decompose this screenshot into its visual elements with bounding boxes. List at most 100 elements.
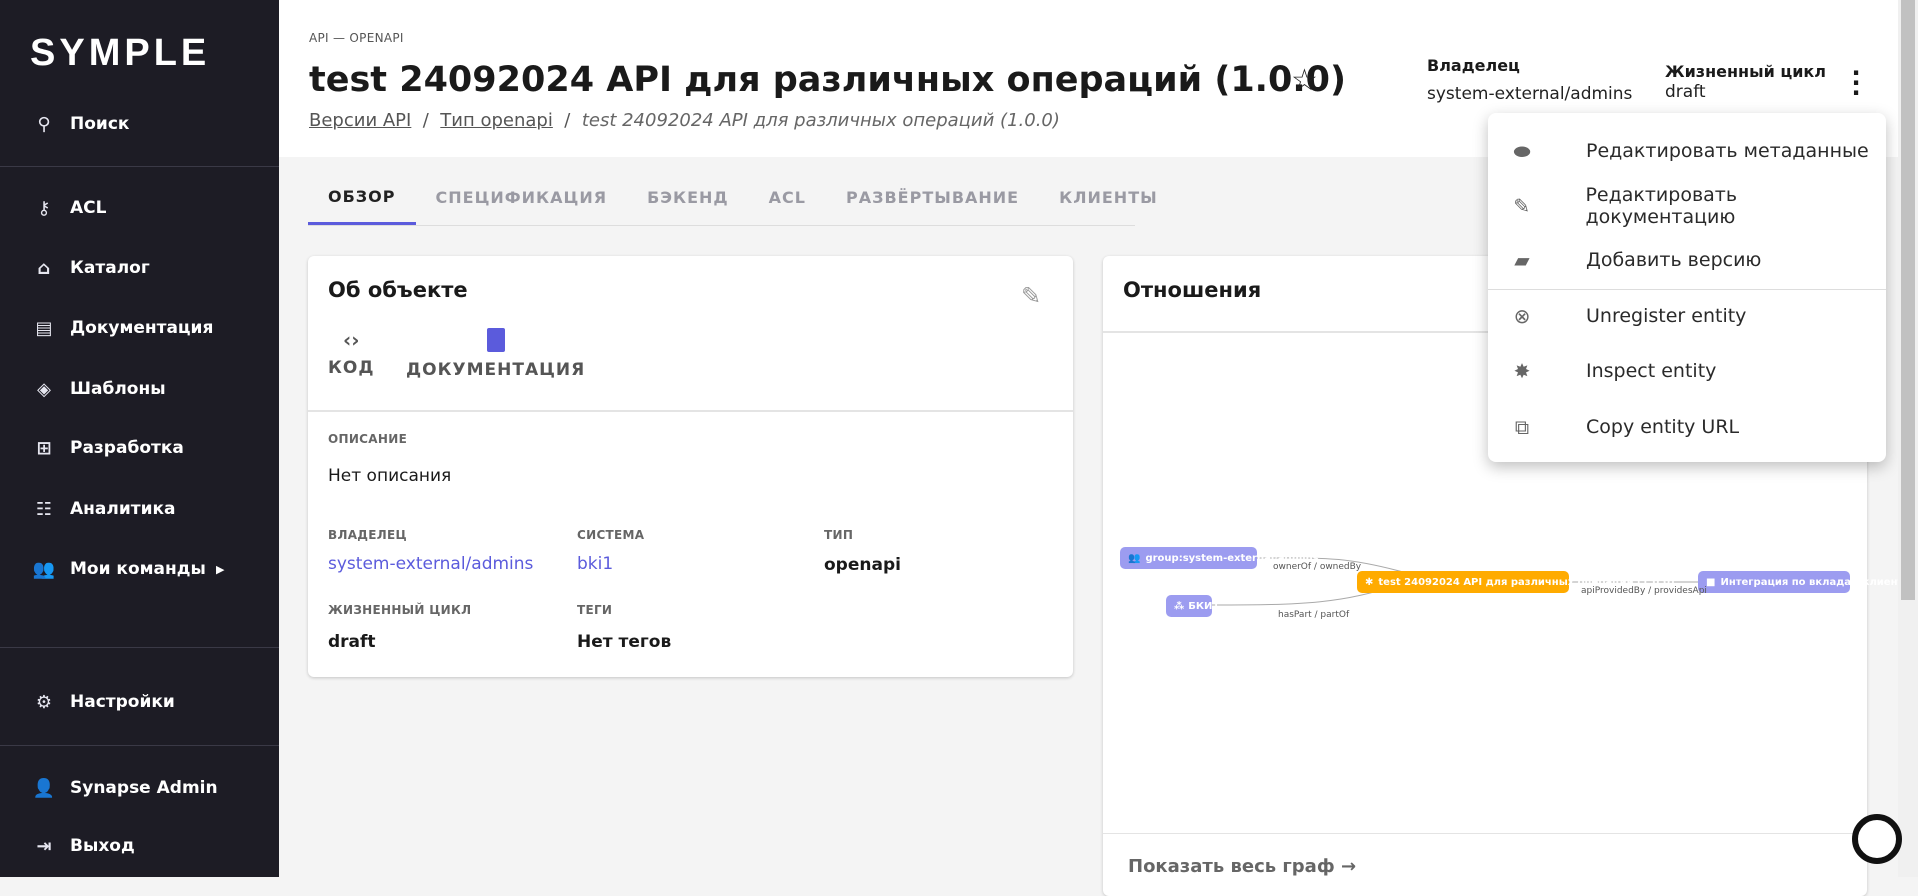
scrollbar-thumb[interactable] — [1901, 0, 1915, 600]
code-label: КОД — [328, 358, 375, 378]
sidebar-item-my-teams[interactable]: 👥 Мои команды ▶ — [0, 544, 279, 594]
menu-item-edit-docs[interactable]: ✎ Редактировать документацию — [1488, 181, 1886, 231]
menu-item-unregister[interactable]: ⊗ Unregister entity — [1488, 291, 1886, 341]
sidebar-item-label: Поиск — [70, 114, 130, 134]
group-icon: 👥 — [1128, 552, 1141, 564]
toggle-icon: ⬬ — [1513, 139, 1531, 163]
show-full-graph-link[interactable]: Показать весь граф → — [1128, 856, 1356, 877]
divider — [1488, 289, 1886, 290]
list-alt-icon: ☷ — [35, 498, 53, 520]
tab-acl[interactable]: ACL — [749, 170, 826, 225]
owner-value: system-external/admins — [1427, 84, 1633, 104]
lifecycle-value: draft — [328, 632, 376, 652]
arrow-right-icon: → — [1340, 856, 1357, 877]
docs-label: ДОКУМЕНТАЦИЯ — [406, 360, 586, 380]
sidebar-item-analytics[interactable]: ☷ Аналитика — [0, 484, 279, 534]
system-link[interactable]: bki1 — [577, 554, 613, 574]
scrollbar[interactable] — [1898, 0, 1918, 877]
description-label: ОПИСАНИЕ — [328, 432, 408, 446]
edge-label: ownerOf / ownedBy — [1273, 562, 1362, 572]
page-title: test 24092024 API для различных операций… — [309, 60, 1346, 100]
menu-item-add-version[interactable]: ▰ Добавить версию — [1488, 235, 1886, 285]
component-icon: ■ — [1706, 576, 1716, 588]
menu-item-edit-metadata[interactable]: ⬬ Редактировать метаданные — [1488, 126, 1886, 176]
sidebar-item-docs[interactable]: ▤ Документация — [0, 303, 279, 353]
sidebar-item-label: Мои команды — [70, 559, 206, 579]
description-value: Нет описания — [328, 466, 452, 486]
card-title: Об объекте — [328, 278, 468, 302]
divider — [0, 745, 279, 746]
owner-link[interactable]: system-external/admins — [328, 554, 533, 574]
document-icon — [486, 328, 505, 352]
graph-node-group[interactable]: 👥 group:system-external/admins — [1120, 547, 1319, 569]
tags-label: ТЕГИ — [577, 603, 613, 617]
menu-item-inspect[interactable]: ✸ Inspect entity — [1488, 346, 1886, 396]
node-label: БКИ1 — [1188, 600, 1220, 612]
menu-item-label: Редактировать документацию — [1585, 184, 1738, 228]
sidebar-item-acl[interactable]: ⚷ ACL — [0, 183, 279, 233]
owner-label: ВЛАДЕЛЕЦ — [328, 528, 407, 542]
context-menu: ⬬ Редактировать метаданные ✎ Редактировать… — [1488, 113, 1886, 462]
sidebar-item-settings[interactable]: ⚙ Настройки — [0, 677, 279, 727]
sidebar-item-label: Шаблоны — [70, 379, 166, 399]
tags-value: Нет тегов — [577, 632, 672, 652]
docs-link[interactable]: ДОКУМЕНТАЦИЯ — [406, 328, 585, 380]
tab-overview[interactable]: ОБЗОР — [308, 170, 416, 225]
bug-icon: ✸ — [1513, 359, 1531, 383]
entity-kind: API — OPENAPI — [309, 31, 404, 45]
sidebar-item-label: Выход — [70, 836, 135, 856]
lifecycle-value: draft — [1665, 82, 1706, 102]
menu-item-label: Inspect entity — [1586, 360, 1717, 382]
star-icon[interactable]: ☆ — [1291, 63, 1318, 98]
tab-backend[interactable]: БЭКЕНД — [627, 170, 749, 225]
search-icon: ⚲ — [37, 113, 51, 135]
template-icon: ◈ — [37, 378, 51, 400]
more-vert-icon[interactable]: · · · — [1850, 61, 1862, 105]
lifecycle-label: Жизненный цикл — [1665, 62, 1827, 81]
sidebar-item-development[interactable]: ⊞ Разработка — [0, 423, 279, 473]
menu-item-copy-url[interactable]: ⧉ Copy entity URL — [1488, 402, 1886, 452]
sidebar-item-label: ACL — [70, 198, 107, 218]
menu-item-label: Unregister entity — [1586, 305, 1747, 327]
assistant-logo-icon[interactable] — [1852, 814, 1902, 864]
sidebar-item-search[interactable]: ⚲ Поиск — [0, 99, 279, 149]
divider — [0, 647, 279, 648]
gear-icon: ⚙ — [35, 691, 53, 713]
library-books-icon: ▤ — [35, 317, 53, 339]
home-icon: ⌂ — [37, 257, 51, 279]
tab-specification[interactable]: СПЕЦИФИКАЦИЯ — [416, 170, 628, 225]
edge-label: apiProvidedBy / providesApi — [1581, 586, 1707, 596]
tab-deployment[interactable]: РАЗВЁРТЫВАНИЕ — [826, 170, 1039, 225]
breadcrumb-link[interactable]: Версии API — [309, 110, 411, 131]
sidebar-item-label: Synapse Admin — [70, 778, 218, 798]
breadcrumb-link[interactable]: Тип openapi — [440, 110, 553, 131]
breadcrumb: Версии API / Тип openapi / test 24092024… — [309, 110, 1060, 131]
divider — [308, 410, 1073, 412]
sidebar-item-user[interactable]: 👤 Synapse Admin — [0, 763, 279, 813]
lifecycle-label: ЖИЗНЕННЫЙ ЦИКЛ — [328, 603, 472, 617]
node-label: Интеграция по вкладам клиента 1 — [1720, 576, 1918, 588]
tab-clients[interactable]: КЛИЕНТЫ — [1039, 170, 1178, 225]
sidebar-item-logout[interactable]: ⇥ Выход — [0, 821, 279, 871]
sidebar-item-catalog[interactable]: ⌂ Каталог — [0, 243, 279, 293]
group-icon: 👥 — [32, 558, 56, 580]
chevron-right-icon: ▶ — [216, 562, 225, 576]
pencil-icon: ✎ — [1513, 194, 1531, 218]
owner-label: Владелец — [1427, 56, 1520, 75]
divider — [1103, 833, 1867, 834]
tab-bar: ОБЗОР СПЕЦИФИКАЦИЯ БЭКЕНД ACL РАЗВЁРТЫВА… — [308, 170, 1157, 226]
sidebar: SYMPLE ⚲ Поиск ⚷ ACL ⌂ Каталог ▤ Документаци… — [0, 0, 279, 877]
graph-node-system[interactable]: ⁂ БКИ1 — [1166, 595, 1219, 617]
puzzle-icon: ✱ — [1365, 576, 1374, 588]
graph-node-component[interactable]: ■ Интеграция по вкладам клиента 1 — [1698, 571, 1918, 593]
sidebar-item-label: Аналитика — [70, 499, 176, 519]
system-label: СИСТЕМА — [577, 528, 645, 542]
sidebar-item-templates[interactable]: ◈ Шаблоны — [0, 364, 279, 414]
edit-icon[interactable]: ✎ — [1021, 282, 1041, 310]
graph-node-api[interactable]: ✱ test 24092024 API для различных операци… — [1357, 571, 1675, 593]
menu-item-label: Добавить версию — [1586, 249, 1762, 271]
edge-label: hasPart / partOf — [1278, 610, 1350, 620]
sidebar-item-label: Разработка — [70, 438, 184, 458]
copy-icon: ⧉ — [1514, 415, 1530, 439]
code-link[interactable]: ‹› КОД — [328, 328, 375, 378]
